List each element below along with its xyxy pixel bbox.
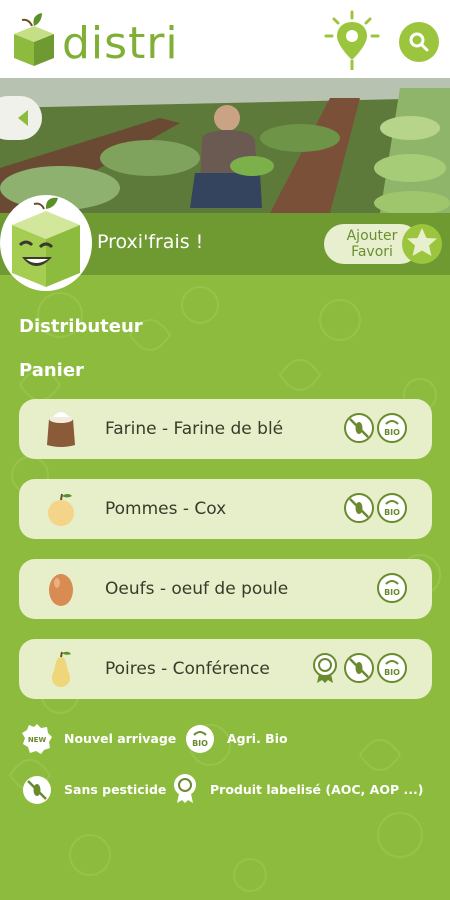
- legend-no-pesticide-label: Sans pesticide: [64, 782, 167, 797]
- label-icon: [313, 653, 337, 683]
- product-name: Oeufs - oeuf de poule: [105, 579, 289, 599]
- logo-text: distri: [62, 18, 179, 69]
- favorite-label-line2: Favori: [351, 244, 393, 260]
- farm-photo-image: [0, 78, 450, 213]
- map-pin-sun-icon: [324, 10, 380, 70]
- favorite-label: Ajouter Favori: [332, 228, 412, 260]
- product-name: Pommes - Cox: [105, 499, 227, 519]
- bio-icon-text: BIO: [192, 739, 208, 748]
- no-pesticide-icon: [344, 493, 374, 523]
- bio-icon-text: BIO: [384, 588, 400, 597]
- search-button[interactable]: [399, 22, 439, 62]
- label-icon: [174, 774, 196, 803]
- chevron-left-icon: [18, 110, 28, 126]
- app-header: distri: [0, 0, 450, 78]
- product-name: Poires - Conférence: [105, 659, 270, 679]
- map-button[interactable]: [322, 10, 382, 72]
- shop-name: Proxi'frais !: [97, 231, 204, 253]
- star-icon: [402, 224, 442, 264]
- bio-icon-text: BIO: [384, 668, 400, 677]
- cube-logo-icon: [14, 13, 54, 66]
- legend-bio-label: Agri. Bio: [227, 731, 288, 746]
- hero-photo: [0, 78, 450, 213]
- add-favorite-button[interactable]: Ajouter Favori: [324, 222, 442, 266]
- no-pesticide-icon: [23, 776, 51, 804]
- product-item-flour[interactable]: Farine - Farine de blé BIO: [19, 399, 432, 459]
- bio-icon: BIO: [186, 725, 214, 753]
- bio-icon: BIO: [377, 493, 407, 523]
- product-name: Farine - Farine de blé: [105, 419, 284, 439]
- product-item-apples[interactable]: Pommes - Cox BIO: [19, 479, 432, 539]
- basket-heading: Panier: [19, 360, 84, 381]
- new-arrival-icon: NEW: [22, 724, 52, 754]
- legend-label-label: Produit labelisé (AOC, AOP ...): [210, 782, 424, 797]
- apple-icon: [48, 493, 74, 526]
- legend-new-label: Nouvel arrivage: [64, 731, 177, 746]
- flour-sack-icon: [47, 412, 75, 447]
- app-logo: distri: [10, 12, 220, 68]
- search-icon: [409, 32, 429, 52]
- bio-icon-text: BIO: [384, 508, 400, 517]
- no-pesticide-icon: [344, 413, 374, 443]
- bio-icon-text: BIO: [384, 428, 400, 437]
- pear-icon: [51, 651, 71, 687]
- product-item-pears[interactable]: Poires - Conférence BIO: [19, 639, 432, 699]
- bio-icon: BIO: [377, 653, 407, 683]
- no-pesticide-icon: [344, 653, 374, 683]
- favorite-label-line1: Ajouter: [346, 228, 398, 244]
- distributor-heading[interactable]: Distributeur: [19, 316, 143, 337]
- product-item-eggs[interactable]: Oeufs - oeuf de poule BIO: [19, 559, 432, 619]
- bio-icon: BIO: [377, 573, 407, 603]
- egg-icon: [49, 574, 73, 606]
- bio-icon: BIO: [377, 413, 407, 443]
- new-icon-text: NEW: [28, 736, 47, 744]
- back-button[interactable]: [0, 96, 42, 140]
